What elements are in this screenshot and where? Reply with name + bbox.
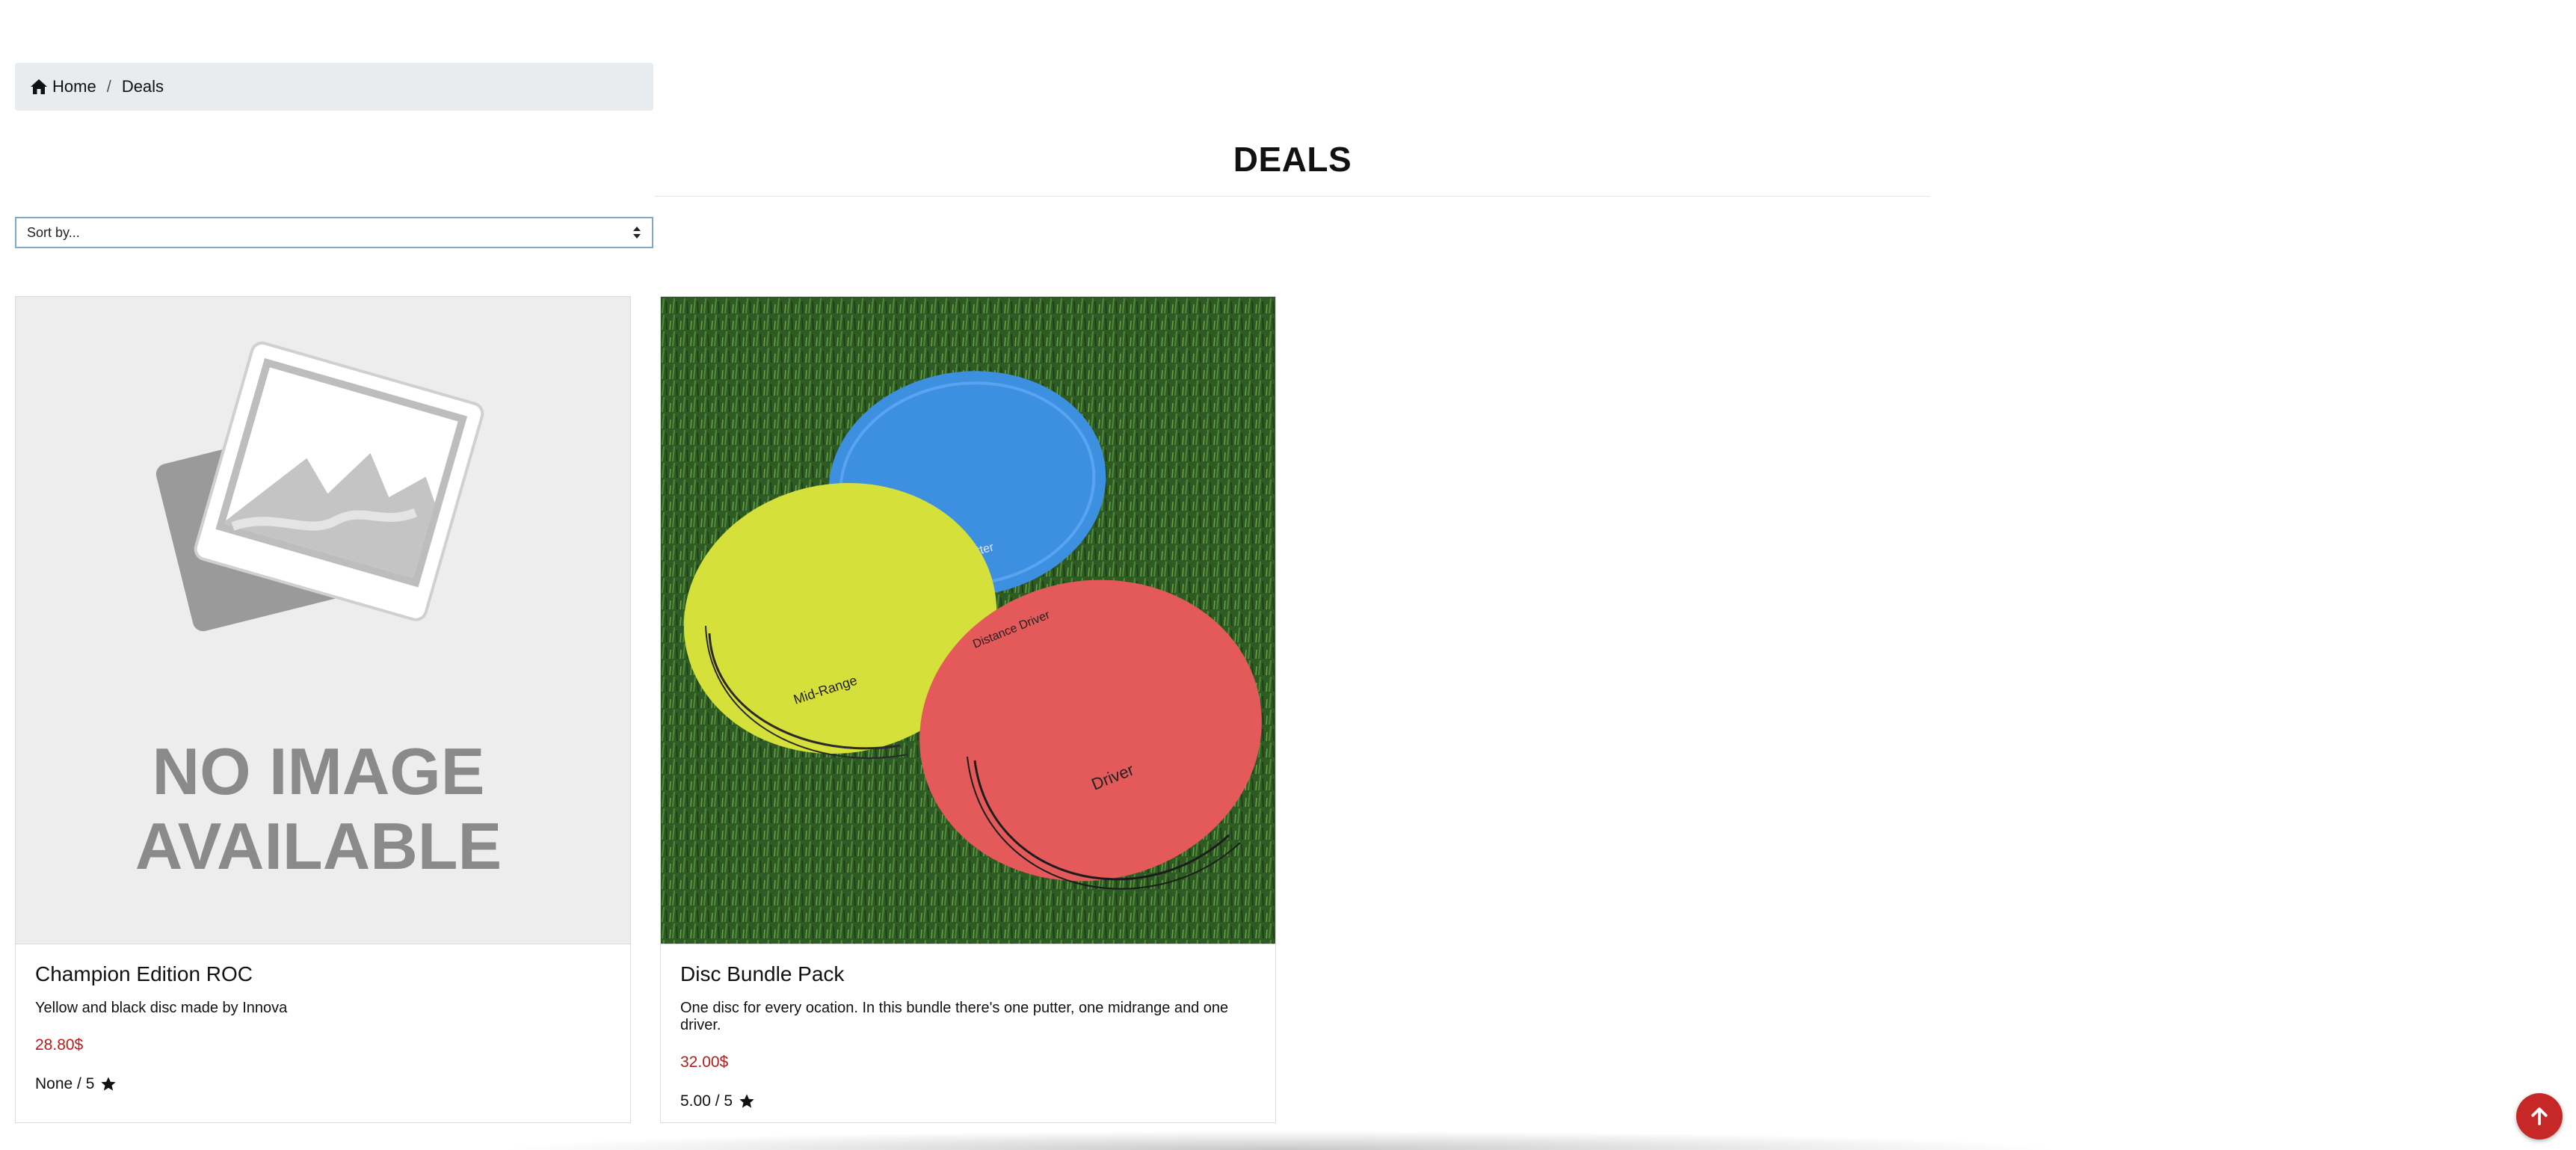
breadcrumb-current: Deals bbox=[121, 77, 164, 96]
bottom-shadow bbox=[493, 1131, 2063, 1150]
product-description: One disc for every ocation. In this bund… bbox=[680, 1000, 1229, 1033]
title-divider bbox=[655, 196, 1930, 197]
no-image-text-line2: AVAILABLE bbox=[135, 809, 502, 883]
product-name[interactable]: Champion Edition ROC bbox=[35, 962, 611, 986]
no-image-photo-icon bbox=[155, 341, 484, 632]
product-image[interactable]: Putter Mid-Range Distance Driver Driver bbox=[661, 297, 1275, 944]
product-price: 32.00$ bbox=[680, 1054, 729, 1071]
product-name[interactable]: Disc Bundle Pack bbox=[680, 962, 1256, 986]
breadcrumb: Home / Deals bbox=[15, 63, 653, 111]
sort-select[interactable]: Sort by... bbox=[15, 217, 653, 248]
product-image-placeholder[interactable]: NO IMAGE AVAILABLE bbox=[16, 297, 630, 944]
star-icon bbox=[739, 1094, 754, 1108]
product-description: Yellow and black disc made by Innova bbox=[35, 1000, 288, 1016]
star-icon bbox=[101, 1077, 117, 1091]
sort-select-value: Sort by... bbox=[27, 224, 80, 240]
breadcrumb-home-label: Home bbox=[52, 77, 96, 96]
product-rating: None / 5 bbox=[35, 1075, 611, 1093]
arrow-up-icon bbox=[2531, 1107, 2548, 1125]
scroll-to-top-button[interactable] bbox=[2516, 1093, 2563, 1140]
product-price: 28.80$ bbox=[35, 1036, 84, 1054]
breadcrumb-home-link[interactable]: Home bbox=[30, 77, 96, 96]
no-image-text-line1: NO IMAGE bbox=[152, 734, 485, 808]
product-card[interactable]: Putter Mid-Range Distance Driver Driver … bbox=[660, 296, 1276, 1123]
select-arrows-icon bbox=[632, 226, 641, 239]
page-title: DEALS bbox=[1233, 140, 1352, 179]
product-rating-value: None / 5 bbox=[35, 1075, 95, 1092]
home-icon bbox=[31, 79, 47, 94]
product-rating-value: 5.00 / 5 bbox=[680, 1092, 733, 1110]
breadcrumb-separator: / bbox=[106, 77, 111, 96]
product-rating: 5.00 / 5 bbox=[680, 1092, 1256, 1110]
product-card[interactable]: NO IMAGE AVAILABLE Champion Edition ROC … bbox=[15, 296, 631, 1123]
